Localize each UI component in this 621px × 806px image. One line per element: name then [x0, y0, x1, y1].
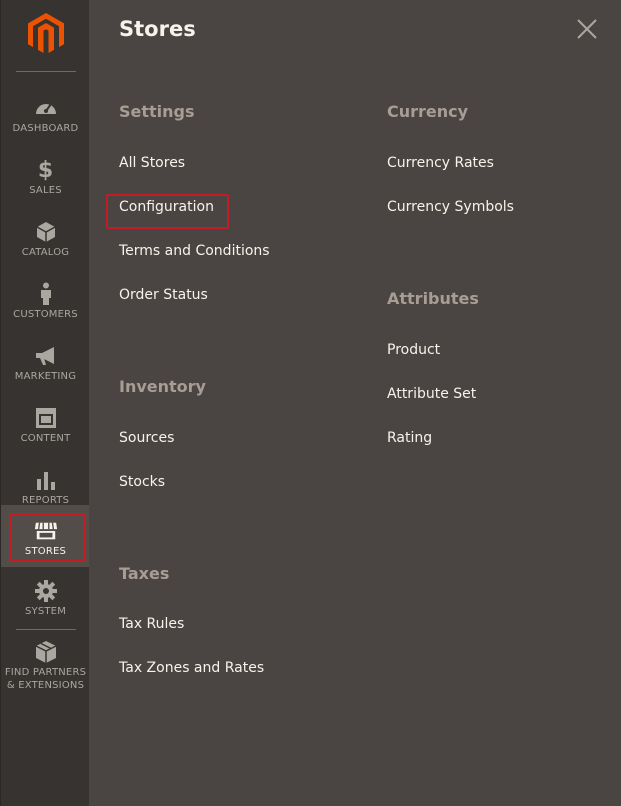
section-title-settings: Settings [119, 102, 195, 121]
sidebar-item-label: CUSTOMERS [13, 309, 78, 320]
section-title-attributes: Attributes [387, 289, 479, 308]
megaphone-icon [34, 344, 58, 368]
storefront-icon [34, 519, 58, 543]
section-title-inventory: Inventory [119, 377, 206, 396]
magento-logo[interactable] [28, 13, 64, 55]
logo-divider [16, 71, 76, 72]
bar-chart-icon [34, 468, 58, 492]
sidebar-item-catalog[interactable]: CATALOG [1, 207, 90, 269]
link-all-stores[interactable]: All Stores [119, 155, 185, 171]
sidebar-item-label: SALES [29, 185, 62, 196]
link-order-status[interactable]: Order Status [119, 287, 208, 303]
sidebar-item-stores[interactable]: STORES [1, 505, 90, 567]
sidebar-item-content[interactable]: CONTENT [1, 393, 90, 455]
sidebar-item-dashboard[interactable]: DASHBOARD [1, 83, 90, 145]
section-title-taxes: Taxes [119, 564, 170, 583]
link-currency-rates[interactable]: Currency Rates [387, 155, 494, 171]
link-tax-zones-and-rates[interactable]: Tax Zones and Rates [119, 660, 264, 676]
sidebar-item-label: MARKETING [14, 371, 77, 382]
section-title-currency: Currency [387, 102, 469, 121]
gear-icon [34, 579, 58, 603]
sidebar-item-label: CONTENT [20, 433, 71, 444]
sidebar-item-system[interactable]: SYSTEM [1, 579, 90, 641]
sidebar-item-label: STORES [24, 546, 67, 557]
stores-submenu-panel: Stores Settings All Stores Configuration… [89, 0, 621, 806]
link-configuration[interactable]: Configuration [119, 199, 214, 215]
admin-sidebar: DASHBOARD $ SALES CATALOG CUSTOMERS MARK… [0, 0, 90, 806]
link-attribute-set[interactable]: Attribute Set [387, 386, 476, 402]
layout-icon [34, 406, 58, 430]
panel-title: Stores [119, 17, 196, 41]
cube-icon [34, 220, 58, 244]
sidebar-item-sales[interactable]: $ SALES [1, 145, 90, 207]
sidebar-item-label: DASHBOARD [12, 123, 79, 134]
boxes-icon [34, 640, 58, 664]
dollar-icon: $ [37, 157, 54, 183]
link-tax-rules[interactable]: Tax Rules [119, 616, 184, 632]
dashboard-icon [34, 96, 58, 120]
person-icon [34, 282, 58, 306]
link-rating[interactable]: Rating [387, 430, 432, 446]
link-terms-and-conditions[interactable]: Terms and Conditions [119, 243, 270, 259]
sidebar-item-label: SYSTEM [24, 606, 67, 617]
sidebar-item-label: CATALOG [21, 247, 70, 258]
sidebar-item-label: FIND PARTNERS & EXTENSIONS [4, 667, 87, 691]
sidebar-item-find-partners[interactable]: FIND PARTNERS & EXTENSIONS [1, 640, 90, 700]
sidebar-item-marketing[interactable]: MARKETING [1, 331, 90, 393]
link-sources[interactable]: Sources [119, 430, 174, 446]
link-currency-symbols[interactable]: Currency Symbols [387, 199, 514, 215]
link-product[interactable]: Product [387, 342, 440, 358]
link-stocks[interactable]: Stocks [119, 474, 165, 490]
close-icon[interactable] [575, 17, 599, 41]
sidebar-item-customers[interactable]: CUSTOMERS [1, 269, 90, 331]
sidebar-divider [16, 629, 76, 630]
